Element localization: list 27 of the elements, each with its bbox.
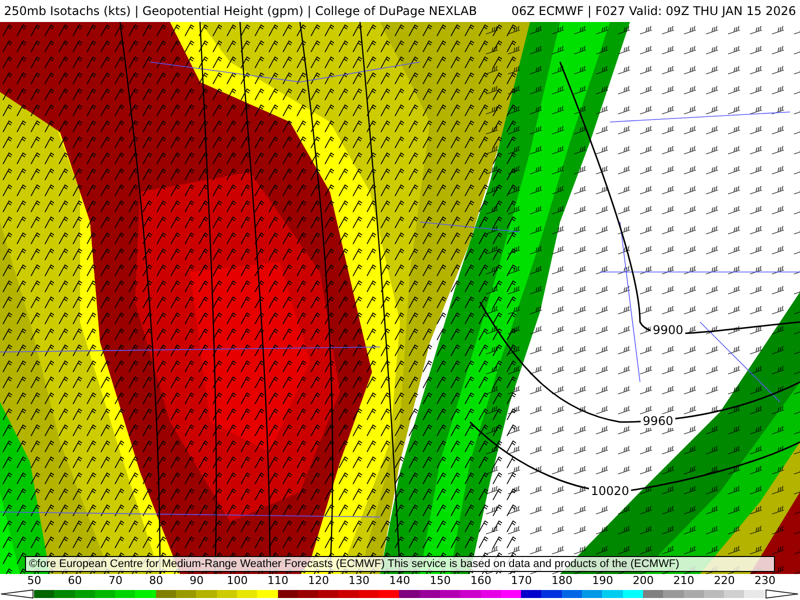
legend-label: 100 [226, 574, 249, 588]
legend-label: 110 [266, 574, 290, 588]
legend-label: 200 [632, 574, 655, 588]
legend-label: 50 [26, 574, 42, 588]
legend-label: 80 [148, 574, 164, 588]
contour-label: 9960 [642, 414, 674, 428]
contour-label: 9900 [652, 323, 684, 337]
legend-label: 230 [753, 574, 776, 588]
legend-label: 210 [672, 574, 696, 588]
legend-label: 220 [712, 574, 736, 588]
contour-label: 10020 [590, 484, 630, 498]
left-arrow-icon [0, 589, 34, 599]
legend-label: 180 [550, 574, 574, 588]
legend-label: 150 [428, 574, 452, 588]
right-arrow-icon [764, 589, 799, 599]
legend-label: 60 [66, 574, 83, 588]
legend-label: 70 [107, 574, 124, 588]
legend-label: 140 [388, 574, 412, 588]
legend-label: 90 [188, 574, 205, 588]
legend-label: 130 [348, 574, 371, 588]
run-valid-time: 06Z ECMWF | F027 Valid: 09Z THU JAN 15 2026 [511, 4, 796, 18]
legend-label: 170 [510, 574, 533, 588]
map-title: 250mb Isotachs (kts) | Geopotential Height (gpm) | College of DuPage NEXLAB [4, 4, 477, 18]
legend-label: 120 [306, 574, 330, 588]
attribution-text: ©fore European Centre for Medium-Range Weather Forecasts (ECMWF) This service is based on data and products of the (ECMWF) [25, 556, 775, 572]
legend-label: 160 [469, 574, 492, 588]
legend-label: 190 [591, 574, 614, 588]
